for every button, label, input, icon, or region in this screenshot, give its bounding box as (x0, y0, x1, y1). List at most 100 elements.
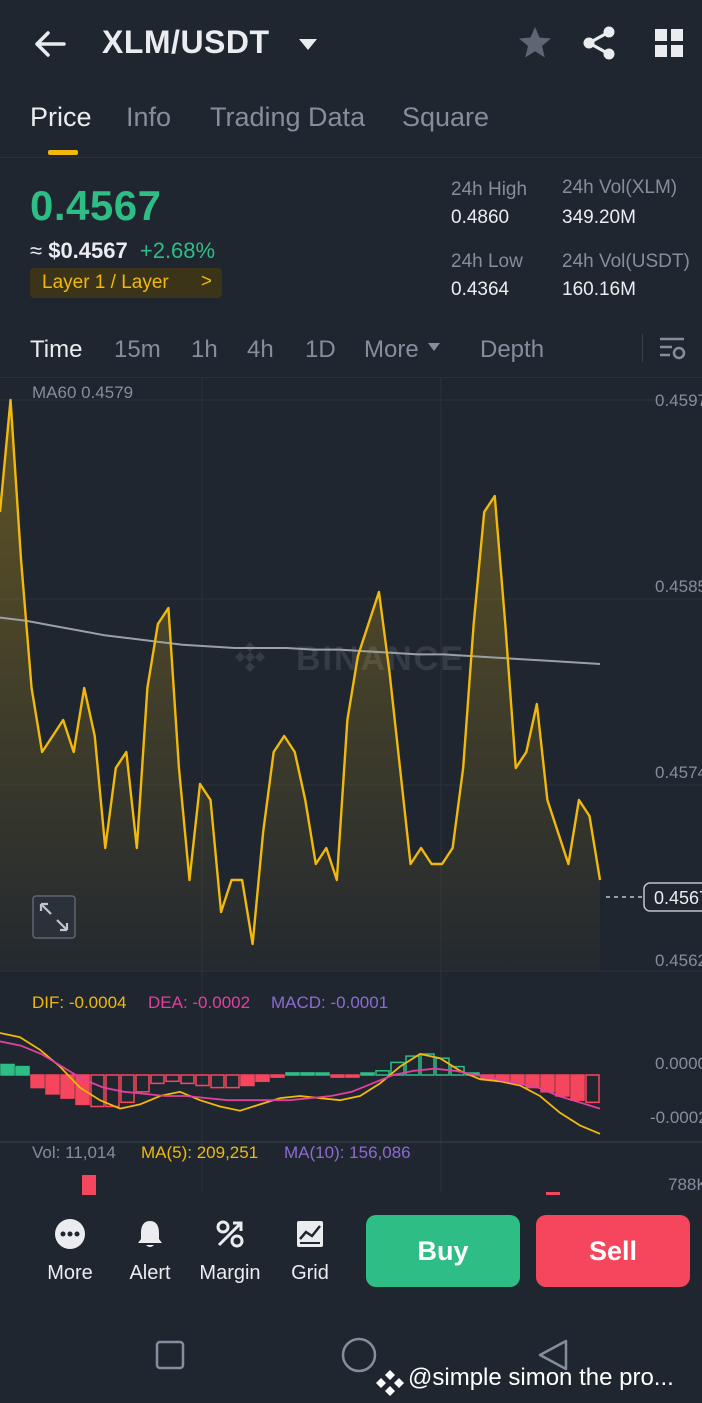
macd-bar (330, 1074, 345, 1078)
timeframe-bar: Time 15m 1h 4h 1D More Depth (0, 320, 702, 378)
tab-square[interactable]: Square (402, 102, 489, 133)
macd-bar (135, 1074, 150, 1093)
tf-1h[interactable]: 1h (191, 336, 218, 364)
header-bar: XLM/USDT (0, 0, 702, 88)
price-tick-label: 0.4574 (655, 763, 702, 782)
timeframe-separator (642, 334, 643, 362)
watermark-caption: @simple simon the pro... (408, 1364, 674, 1391)
tf-time[interactable]: Time (30, 336, 82, 364)
tf-depth[interactable]: Depth (480, 336, 544, 364)
chart-settings-icon[interactable] (658, 334, 686, 362)
macd-bar (15, 1065, 30, 1076)
vol-ma10-label: MA(10): 156,086 (284, 1143, 411, 1162)
tf-1d[interactable]: 1D (305, 336, 336, 364)
approx-sign: ≈ (30, 238, 43, 263)
dif-line (0, 1032, 601, 1135)
back-arrow-icon[interactable] (30, 24, 70, 64)
macd-bar (165, 1074, 180, 1083)
usd-price-line: ≈ $0.4567 +2.68% (30, 238, 215, 264)
category-tag-label: Layer 1 / Layer (42, 272, 169, 293)
sell-button[interactable]: Sell (536, 1215, 690, 1287)
dea-line (0, 1040, 601, 1110)
vol-base-value: 349.20M (562, 207, 636, 228)
recent-apps-icon[interactable] (155, 1340, 185, 1370)
vol-label: Vol: 11,014 (32, 1143, 116, 1162)
tab-price[interactable]: Price (30, 102, 92, 133)
volume-bar (546, 1192, 560, 1195)
macd-bar (270, 1074, 285, 1078)
tf-more[interactable]: More (364, 336, 419, 364)
macd-bar (225, 1074, 240, 1089)
bottom-alert-label: Alert (129, 1262, 171, 1284)
price-chart[interactable]: BINANCE MA60 0.4579 0.4597 0.4585 0.4574 0.… (0, 378, 702, 1198)
last-price: 0.4567 (30, 182, 162, 229)
price-change: +2.68% (139, 238, 216, 263)
macd-bar (180, 1074, 195, 1085)
volume-bar (82, 1175, 96, 1195)
tab-trading-data[interactable]: Trading Data (210, 102, 365, 133)
macd-bar (30, 1074, 45, 1089)
macd-tick-1: -0.0002 (650, 1108, 702, 1127)
buy-button[interactable]: Buy (366, 1215, 520, 1287)
chevron-right-icon: > (200, 271, 212, 292)
grid-chart-icon (297, 1221, 323, 1247)
layout-grid-icon[interactable] (652, 26, 686, 60)
more-icon (55, 1219, 85, 1249)
pair-title[interactable]: XLM/USDT (102, 24, 270, 61)
macd-bar (315, 1072, 330, 1076)
bottom-grid-label: Grid (291, 1262, 329, 1284)
vol-ma5-label: MA(5): 209,251 (141, 1143, 258, 1162)
macd-bar (240, 1074, 255, 1087)
active-tab-indicator (48, 150, 78, 155)
low-label: 24h Low (451, 251, 523, 272)
dif-label: DIF: -0.0004 (32, 993, 127, 1012)
vol-quote-value: 160.16M (562, 279, 636, 300)
top-tabs: Price Info Trading Data Square (0, 96, 702, 158)
bottom-more-label: More (47, 1262, 93, 1284)
vol-tick: 788K (668, 1175, 702, 1194)
home-icon[interactable] (341, 1337, 377, 1373)
price-tick-label: 0.4585 (655, 577, 702, 596)
tf-15m[interactable]: 15m (114, 336, 161, 364)
macd-bar (555, 1074, 570, 1097)
vol-quote-label: 24h Vol(USDT) (562, 251, 690, 272)
macd-bar (570, 1074, 585, 1101)
star-icon[interactable] (516, 24, 554, 62)
bell-icon (138, 1221, 162, 1247)
macd-bar (360, 1072, 375, 1076)
more-caret-icon (428, 343, 440, 351)
last-price-tag-text: 0.4567 (654, 888, 702, 908)
macd-bar (375, 1070, 390, 1076)
macd-bar (120, 1074, 135, 1104)
macd-bar (45, 1074, 60, 1095)
high-label: 24h High (451, 179, 528, 200)
macd-bar (285, 1072, 300, 1076)
price-tick-label: 0.4597 (655, 391, 702, 410)
vol-base-label: 24h Vol(XLM) (562, 177, 678, 198)
usd-price: $0.4567 (48, 238, 128, 263)
macd-bar (0, 1063, 15, 1076)
category-tag[interactable]: Layer 1 / Layer > (30, 268, 222, 298)
macd-bar (300, 1072, 315, 1076)
dea-label: DEA: -0.0002 (148, 993, 250, 1012)
macd-bar (210, 1074, 225, 1089)
ma60-label: MA60 0.4579 (32, 383, 133, 402)
high-value: 0.4860 (451, 207, 510, 228)
expand-icon[interactable] (32, 895, 76, 939)
low-value: 0.4364 (451, 279, 510, 300)
binance-watermark: BINANCE (235, 640, 463, 678)
tf-4h[interactable]: 4h (247, 336, 274, 364)
macd-bar (150, 1074, 165, 1085)
diamond-logo-icon (376, 1370, 404, 1396)
percent-icon (216, 1220, 244, 1248)
macd-bar (345, 1074, 360, 1078)
bottom-margin-label: Margin (199, 1262, 261, 1284)
macd-label: MACD: -0.0001 (271, 993, 388, 1012)
share-icon[interactable] (580, 24, 618, 62)
caret-down-icon[interactable] (297, 36, 319, 52)
macd-bar (255, 1074, 270, 1083)
macd-bar (585, 1074, 600, 1104)
price-tick-label: 0.4562 (655, 951, 702, 970)
macd-tick-0: 0.0000 (655, 1054, 702, 1073)
tab-info[interactable]: Info (126, 102, 171, 133)
